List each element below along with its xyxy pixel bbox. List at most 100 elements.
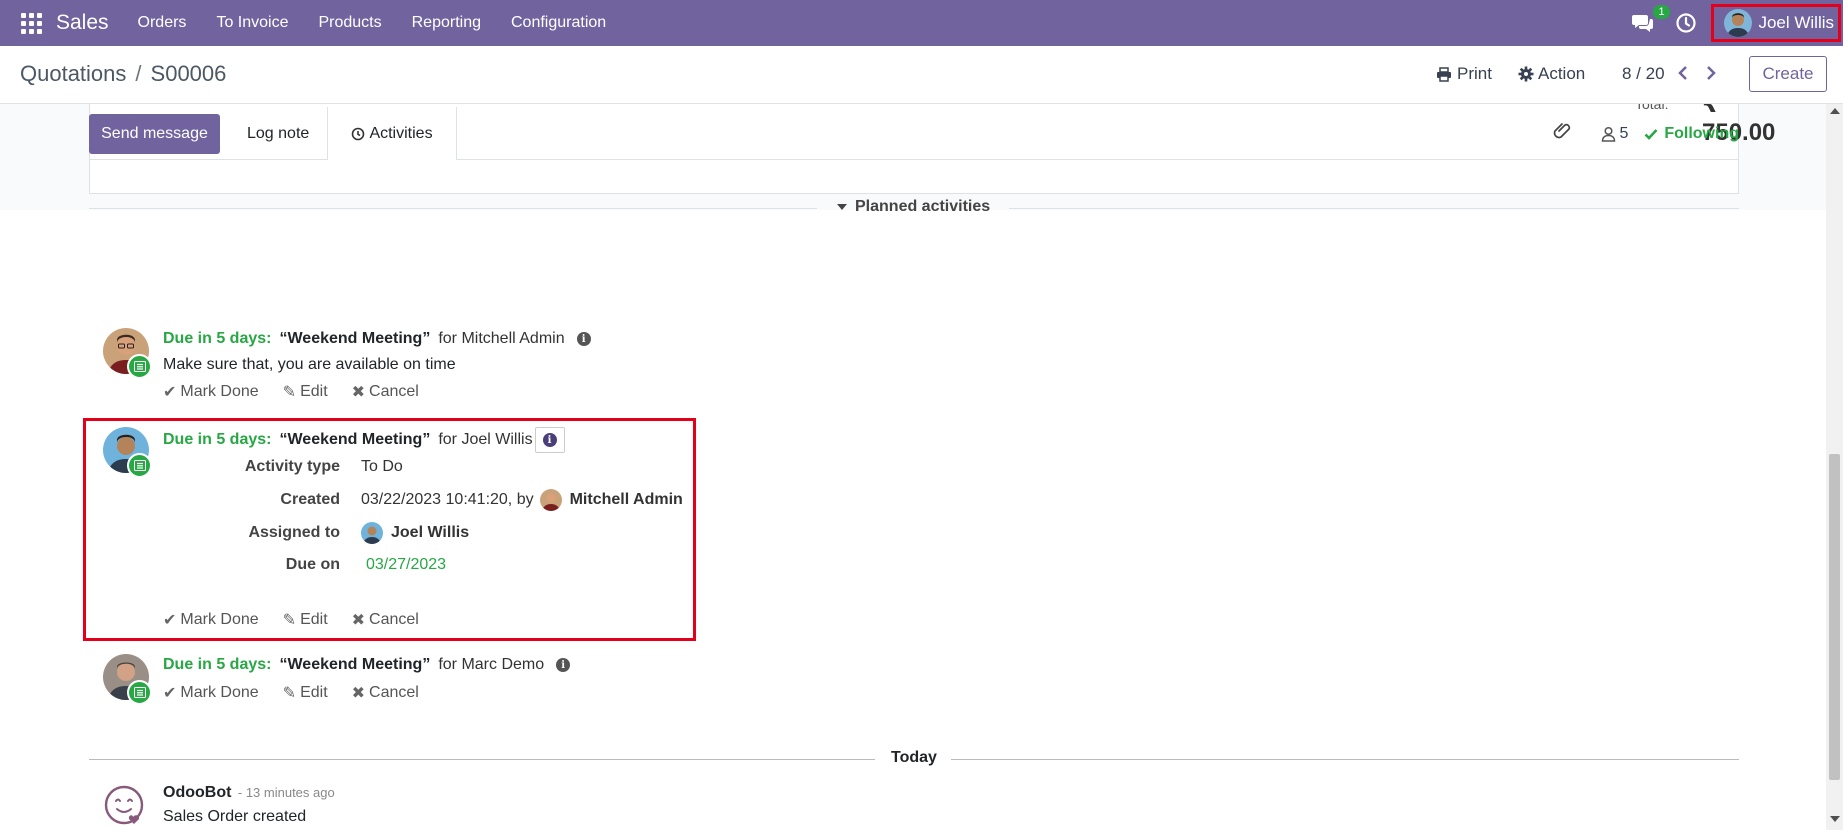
detail-label: Activity type <box>244 458 340 475</box>
print-button[interactable]: Print <box>1436 64 1492 84</box>
chat-icon[interactable]: 1 <box>1631 5 1670 35</box>
scroll-down-arrow-icon[interactable] <box>1830 816 1840 822</box>
gear-icon <box>1518 66 1534 82</box>
activities-button[interactable]: Activities <box>327 107 457 160</box>
menu-to-invoice[interactable]: To Invoice <box>201 14 303 32</box>
page-scrollbar[interactable] <box>1826 104 1843 830</box>
cancel-button[interactable]: ✖ Cancel <box>352 683 419 703</box>
menu-reporting[interactable]: Reporting <box>397 14 496 32</box>
info-toggle[interactable]: i <box>534 427 565 453</box>
close-icon: ✖ <box>351 612 366 629</box>
separator-line-left <box>89 759 875 760</box>
mark-done-label: Mark Done <box>180 611 259 628</box>
cancel-button[interactable]: ✖ Cancel <box>352 610 419 630</box>
check-icon: ✔ <box>163 685 177 702</box>
detail-value: To Do <box>361 458 403 475</box>
assignee-name[interactable]: Joel Willis <box>391 524 469 542</box>
print-label: Print <box>1457 64 1492 83</box>
mark-done-button[interactable]: ✔ Mark Done <box>163 382 259 402</box>
breadcrumb-current: S00006 <box>150 61 227 86</box>
apps-grid-icon[interactable] <box>20 12 42 34</box>
creator-avatar <box>539 489 562 511</box>
pager-value[interactable]: 8 / 20 <box>1622 64 1665 84</box>
close-icon: ✖ <box>351 384 366 401</box>
clock-icon <box>352 127 365 140</box>
pager-next-icon[interactable] <box>1705 64 1717 86</box>
due-date-value: 03/27/2023 <box>366 556 447 573</box>
breadcrumb: Quotations / S00006 <box>20 61 226 87</box>
detail-label: Created <box>280 491 340 508</box>
user-name: Joel Willis <box>1758 13 1834 32</box>
scroll-up-arrow-icon[interactable] <box>1830 108 1840 114</box>
close-icon: ✖ <box>351 685 366 702</box>
following-label: Following <box>1664 124 1739 142</box>
detail-value: Joel Willis <box>361 522 469 544</box>
action-button[interactable]: Action <box>1518 64 1585 84</box>
info-icon[interactable]: i <box>576 332 591 346</box>
odoobot-avatar <box>103 784 145 826</box>
separator-line-right <box>1009 208 1739 209</box>
planned-activities-toggle[interactable]: Planned activities <box>837 198 990 216</box>
log-note-button[interactable]: Log note <box>235 114 321 154</box>
followers-count: 5 <box>1619 124 1629 142</box>
breadcrumb-separator: / <box>135 61 142 86</box>
message-body: Sales Order created <box>163 808 307 825</box>
separator-line-right <box>951 759 1739 760</box>
edit-label: Edit <box>300 611 328 628</box>
todo-list-icon <box>133 687 146 698</box>
activity-header: Due in 5 days: “Weekend Meeting” for Mar… <box>163 656 571 674</box>
cancel-label: Cancel <box>369 383 419 400</box>
chatter-right-tools: 5 Following <box>1553 121 1739 146</box>
check-icon: ✔ <box>163 612 177 629</box>
breadcrumb-quotations[interactable]: Quotations <box>20 61 126 86</box>
control-panel: Quotations / S00006 Print Action 8 / 20 Cr… <box>0 46 1843 104</box>
paperclip-icon[interactable] <box>1553 121 1573 146</box>
creator-name[interactable]: Mitchell Admin <box>570 491 683 509</box>
due-label: Due in 5 days: <box>163 431 272 448</box>
activity-summary: “Weekend Meeting” <box>279 656 431 673</box>
pencil-icon: ✎ <box>282 612 297 629</box>
cancel-button[interactable]: ✖ Cancel <box>352 382 419 402</box>
user-menu[interactable]: Joel Willis <box>1711 4 1841 42</box>
mark-done-button[interactable]: ✔ Mark Done <box>163 683 259 703</box>
edit-button[interactable]: ✎ Edit <box>283 610 328 630</box>
mark-done-button[interactable]: ✔ Mark Done <box>163 610 259 630</box>
pager-previous-icon[interactable] <box>1677 64 1689 86</box>
activity-type-badge <box>127 354 152 379</box>
top-navbar: Sales Orders To Invoice Products Reporti… <box>0 0 1843 46</box>
menu-orders[interactable]: Orders <box>123 14 202 32</box>
assignee-avatar <box>361 522 383 544</box>
following-button[interactable]: Following <box>1644 125 1739 143</box>
message-author[interactable]: OdooBot <box>163 784 231 801</box>
activity-clock-icon[interactable] <box>1675 12 1697 34</box>
today-separator: Today <box>89 749 1739 769</box>
created-datetime: 03/22/2023 10:41:20, by <box>361 491 534 508</box>
activity-header: Due in 5 days: “Weekend Meeting” for Mit… <box>163 330 591 348</box>
check-icon: ✔ <box>163 384 177 401</box>
detail-label: Assigned to <box>248 524 340 541</box>
separator-line-left <box>89 208 817 209</box>
activity-type-badge <box>127 453 152 478</box>
edit-label: Edit <box>300 383 328 400</box>
activity-assignee: for Mitchell Admin <box>438 330 565 347</box>
followers-button[interactable]: 5 <box>1601 125 1628 143</box>
edit-button[interactable]: ✎ Edit <box>283 382 328 402</box>
user-avatar <box>1724 9 1753 37</box>
app-brand[interactable]: Sales <box>56 11 109 35</box>
info-icon[interactable]: i <box>556 658 571 672</box>
edit-button[interactable]: ✎ Edit <box>283 683 328 703</box>
activity-note: Make sure that, you are available on tim… <box>163 356 456 373</box>
pencil-icon: ✎ <box>282 685 297 702</box>
activities-label: Activities <box>369 124 433 142</box>
info-icon: i <box>542 433 557 447</box>
menu-configuration[interactable]: Configuration <box>496 14 621 32</box>
send-message-button[interactable]: Send message <box>89 114 220 154</box>
menu-products[interactable]: Products <box>303 14 396 32</box>
check-icon <box>1644 128 1658 140</box>
activity-header: Due in 5 days: “Weekend Meeting” for Joe… <box>163 427 565 453</box>
activity-type-badge <box>127 680 152 705</box>
edit-label: Edit <box>300 684 328 701</box>
detail-value: 03/22/2023 10:41:20, by Mitchell Admin <box>361 489 683 511</box>
scrollbar-thumb[interactable] <box>1829 454 1840 780</box>
create-button[interactable]: Create <box>1749 56 1827 92</box>
